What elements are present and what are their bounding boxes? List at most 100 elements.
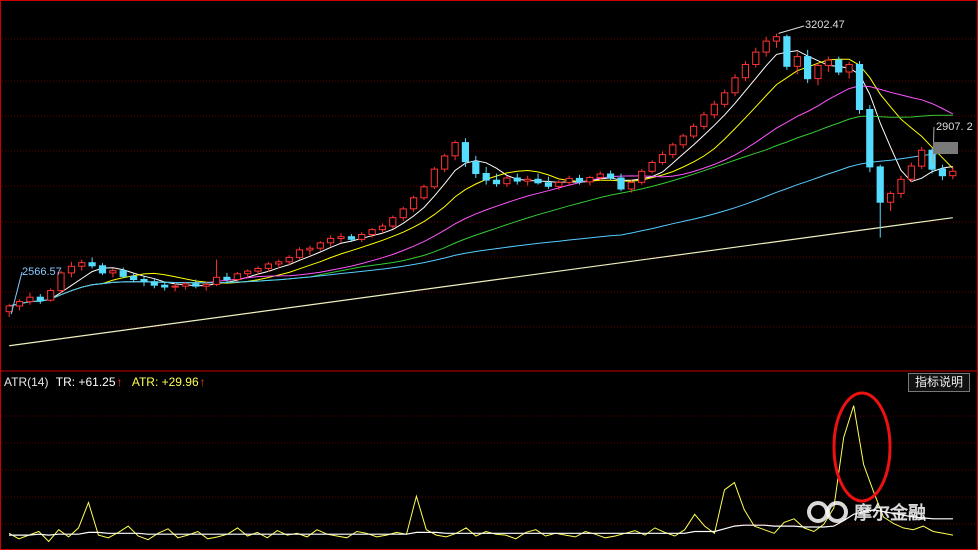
- candle-up: [596, 173, 604, 178]
- candle-down: [876, 166, 884, 203]
- candle-up: [907, 165, 915, 180]
- candle-down: [835, 59, 843, 73]
- candle-up: [441, 155, 449, 170]
- candle-up: [793, 56, 801, 67]
- low-value-label: 2566.57: [22, 266, 62, 278]
- candle-up: [254, 268, 262, 272]
- atr-value: ATR: +29.96: [131, 375, 199, 389]
- candle-up: [213, 276, 221, 285]
- candle-up: [731, 77, 739, 94]
- candle-down: [192, 283, 200, 287]
- candle-up: [772, 36, 781, 42]
- candle-down: [347, 236, 355, 240]
- candle-down: [783, 36, 791, 67]
- candle-up: [565, 177, 573, 183]
- candle-up: [244, 270, 252, 275]
- candle-down: [492, 179, 501, 185]
- candle-down: [130, 275, 138, 280]
- candle-up: [109, 270, 117, 274]
- last-value-label: 2907. 2: [936, 121, 973, 133]
- candle-up: [638, 170, 646, 183]
- candle-up: [275, 261, 283, 265]
- candle-up: [78, 262, 86, 267]
- candle-up: [389, 217, 397, 227]
- candle-up: [5, 305, 13, 313]
- candle-down: [161, 284, 169, 288]
- candle-down: [482, 173, 490, 181]
- candle-up: [586, 177, 594, 183]
- candle-up: [181, 283, 190, 287]
- candle-down: [36, 296, 44, 301]
- atr-up-arrow-icon: ↑: [199, 375, 206, 389]
- candle-up: [47, 290, 55, 301]
- candle-up: [627, 181, 635, 190]
- candle-up: [845, 64, 853, 73]
- candle-down: [617, 177, 625, 190]
- tr-up-arrow-icon: ↑: [116, 375, 123, 389]
- candle-down: [855, 64, 864, 110]
- last-price-marker: [933, 142, 958, 154]
- candle-up: [285, 256, 293, 263]
- candle-down: [534, 178, 542, 184]
- candle-up: [814, 64, 822, 80]
- candle-up: [15, 301, 24, 307]
- candle-up: [555, 181, 563, 187]
- tr-value: TR: +61.25: [55, 375, 116, 389]
- candle-down: [544, 182, 552, 187]
- candle-up: [741, 64, 749, 79]
- candle-up: [824, 59, 832, 66]
- candle-up: [337, 236, 345, 239]
- candle-up: [306, 247, 314, 251]
- candle-down: [223, 276, 231, 280]
- candle-up: [67, 265, 76, 274]
- candle-down: [461, 142, 469, 163]
- candle-down: [472, 161, 480, 175]
- watermark-logo-icon: [807, 501, 848, 523]
- high-pointer: [778, 25, 805, 34]
- candle-up: [368, 229, 376, 236]
- candle-up: [327, 237, 335, 244]
- chart-window: 3202.47 2566.57 2907. 2 ATR(14) TR: +61.…: [0, 0, 978, 550]
- candle-up: [721, 92, 729, 105]
- candle-up: [658, 154, 667, 164]
- candle-up: [918, 149, 926, 167]
- candle-up: [410, 197, 418, 210]
- candle-up: [949, 170, 957, 177]
- candle-up: [202, 283, 210, 287]
- candle-up: [264, 263, 272, 269]
- candle-up: [690, 125, 698, 137]
- candle-up: [233, 273, 241, 280]
- high-value-label: 3202.47: [805, 19, 845, 31]
- candle-down: [575, 177, 584, 183]
- candle-up: [399, 208, 407, 219]
- ma-line-20: [9, 85, 954, 307]
- chart-canvas: [0, 0, 978, 550]
- candle-up: [679, 135, 687, 146]
- candle-down: [513, 177, 521, 182]
- candle-up: [420, 186, 428, 199]
- candle-up: [26, 296, 34, 303]
- candle-up: [524, 178, 532, 182]
- candle-up: [430, 168, 438, 188]
- ma-line-10: [9, 58, 954, 307]
- low-pointer: [10, 271, 23, 315]
- candle-down: [119, 270, 127, 277]
- candle-up: [171, 285, 179, 288]
- indicator-explain-button[interactable]: 指标说明: [907, 373, 970, 392]
- candle-up: [887, 192, 895, 203]
- ma-line-5: [9, 50, 953, 307]
- candle-up: [295, 249, 304, 258]
- candle-up: [710, 103, 718, 116]
- candle-down: [88, 262, 96, 267]
- candle-up: [897, 178, 905, 194]
- candle-down: [98, 265, 107, 274]
- candle-up: [358, 234, 366, 240]
- candle-down: [804, 56, 812, 80]
- watermark: 摩尔金融: [806, 498, 926, 526]
- candle-up: [669, 144, 677, 156]
- candle-up: [648, 162, 656, 172]
- candle-up: [503, 177, 511, 185]
- candle-up: [316, 242, 324, 249]
- watermark-text: 摩尔金融: [854, 503, 926, 524]
- candle-down: [866, 109, 874, 168]
